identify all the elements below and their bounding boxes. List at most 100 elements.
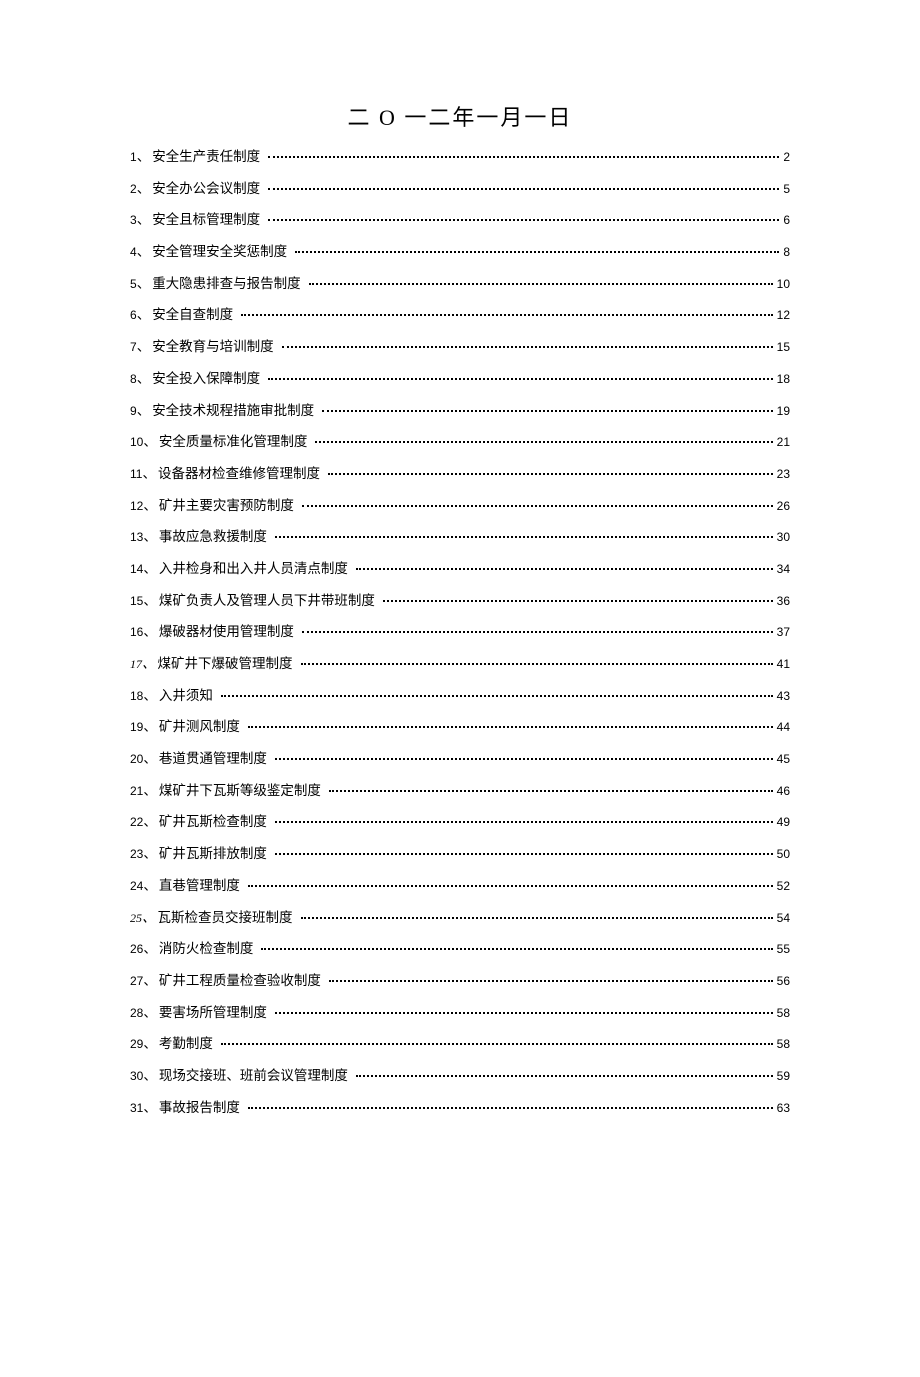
toc-entry: 5、重大隐患排查与报告制度10 [130, 277, 790, 291]
toc-entry-label: 重大隐患排查与报告制度 [152, 277, 301, 291]
toc-entry-page: 58 [777, 1038, 790, 1050]
toc-entry: 13、事故应急救援制度30 [130, 530, 790, 544]
toc-entry-label: 矿井瓦斯排放制度 [159, 847, 267, 861]
toc-entry-separator: 、 [137, 277, 151, 291]
toc-entry: 19、矿井测风制度44 [130, 720, 790, 734]
toc-entry-page: 5 [783, 183, 790, 195]
toc-entry-label: 安全生产责任制度 [152, 150, 260, 164]
page-title: 二 О 一二年一月一日 [130, 100, 790, 132]
toc-entry-page: 21 [777, 436, 790, 448]
toc-entry-number: 11 [130, 468, 142, 480]
toc-entry-leader [261, 948, 772, 950]
toc-entry-leader [302, 631, 773, 633]
toc-entry-number: 28 [130, 1007, 143, 1019]
toc-entry-label: 事故应急救援制度 [159, 530, 267, 544]
toc-entry-page: 18 [777, 373, 790, 385]
toc-entry-page: 50 [777, 848, 790, 860]
toc-entry-number: 30 [130, 1070, 143, 1082]
toc-entry-page: 12 [777, 309, 790, 321]
toc-entry-page: 2 [783, 151, 790, 163]
toc-entry-number: 3 [130, 214, 137, 226]
toc-entry-label: 爆破器材使用管理制度 [159, 625, 294, 639]
toc-entry-number: 6 [130, 309, 137, 321]
toc-entry-number: 25 [130, 912, 142, 924]
toc-entry-label: 安全办公会议制度 [152, 182, 260, 196]
toc-entry-leader [275, 758, 773, 760]
toc-entry-page: 19 [777, 405, 790, 417]
toc-entry-number: 17 [130, 658, 142, 670]
toc-entry-page: 52 [777, 880, 790, 892]
toc-entry-leader [302, 505, 773, 507]
toc-entry-separator: 、 [143, 1037, 157, 1051]
toc-entry-number: 21 [130, 785, 143, 797]
toc-entry-leader [301, 917, 773, 919]
toc-entry-label: 瓦斯检查员交接班制度 [158, 911, 293, 925]
toc-entry-leader [268, 378, 772, 380]
toc-entry-leader [268, 188, 779, 190]
toc-entry: 3、安全且标管理制度6 [130, 213, 790, 227]
toc-entry: 22、矿井瓦斯检查制度49 [130, 815, 790, 829]
toc-entry-separator: 、 [143, 720, 157, 734]
toc-entry-separator: 、 [143, 942, 157, 956]
toc-entry-separator: 、 [143, 530, 157, 544]
toc-entry-separator: 、 [137, 182, 151, 196]
toc-entry-leader [248, 885, 773, 887]
toc-entry-separator: 、 [143, 689, 157, 703]
toc-entry-number: 14 [130, 563, 143, 575]
toc-entry-label: 煤矿井下爆破管理制度 [158, 657, 293, 671]
toc-entry-number: 26 [130, 943, 143, 955]
toc-entry-separator: 、 [143, 562, 157, 576]
toc-entry-separator: 、 [143, 879, 157, 893]
table-of-contents: 1、安全生产责任制度22、安全办公会议制度53、安全且标管理制度64、安全管理安… [130, 150, 790, 1114]
toc-entry: 30、现场交接班、班前会议管理制度59 [130, 1069, 790, 1083]
toc-entry-page: 6 [783, 214, 790, 226]
toc-entry-leader [275, 821, 773, 823]
toc-entry-label: 要害场所管理制度 [159, 1006, 267, 1020]
toc-entry: 9、安全技术规程措施审批制度19 [130, 404, 790, 418]
toc-entry: 26、消防火检查制度55 [130, 942, 790, 956]
toc-entry-leader [241, 314, 772, 316]
toc-entry-number: 4 [130, 246, 137, 258]
toc-entry-number: 24 [130, 880, 143, 892]
document-page: 二 О 一二年一月一日 1、安全生产责任制度22、安全办公会议制度53、安全且标… [0, 0, 920, 1212]
toc-entry: 1、安全生产责任制度2 [130, 150, 790, 164]
toc-entry-separator: 、 [143, 1006, 157, 1020]
toc-entry: 18、入井须知43 [130, 689, 790, 703]
toc-entry-leader [322, 410, 772, 412]
toc-entry-page: 8 [783, 246, 790, 258]
toc-entry-leader [301, 663, 773, 665]
toc-entry-separator: 、 [137, 245, 151, 259]
toc-entry-separator: 、 [143, 499, 157, 513]
toc-entry-number: 9 [130, 405, 137, 417]
toc-entry-number: 15 [130, 595, 143, 607]
toc-entry-leader [329, 980, 773, 982]
toc-entry-page: 37 [777, 626, 790, 638]
toc-entry-separator: 、 [143, 784, 157, 798]
toc-entry-leader [356, 568, 773, 570]
toc-entry-label: 安全且标管理制度 [152, 213, 260, 227]
toc-entry-label: 事故报告制度 [159, 1101, 240, 1115]
toc-entry-leader [268, 219, 779, 221]
toc-entry: 23、矿井瓦斯排放制度50 [130, 847, 790, 861]
toc-entry-label: 设备器材检查维修管理制度 [158, 467, 320, 481]
toc-entry-number: 20 [130, 753, 143, 765]
toc-entry: 17、煤矿井下爆破管理制度41 [130, 657, 790, 671]
toc-entry-label: 矿井工程质量检查验收制度 [159, 974, 321, 988]
toc-entry-page: 59 [777, 1070, 790, 1082]
toc-entry-number: 18 [130, 690, 143, 702]
toc-entry-number: 31 [130, 1102, 143, 1114]
toc-entry-separator: 、 [137, 340, 151, 354]
toc-entry-leader [295, 251, 779, 253]
toc-entry-leader [275, 1012, 773, 1014]
toc-entry-number: 13 [130, 531, 143, 543]
toc-entry-label: 直巷管理制度 [159, 879, 240, 893]
toc-entry-separator: 、 [142, 911, 156, 925]
toc-entry-label: 安全教育与培训制度 [152, 340, 274, 354]
toc-entry-label: 入井检身和出入井人员清点制度 [159, 562, 348, 576]
toc-entry-leader [383, 600, 773, 602]
toc-entry: 31、事故报告制度63 [130, 1101, 790, 1115]
toc-entry-separator: 、 [142, 467, 156, 481]
toc-entry-leader [248, 1107, 773, 1109]
toc-entry-page: 15 [777, 341, 790, 353]
toc-entry-page: 56 [777, 975, 790, 987]
